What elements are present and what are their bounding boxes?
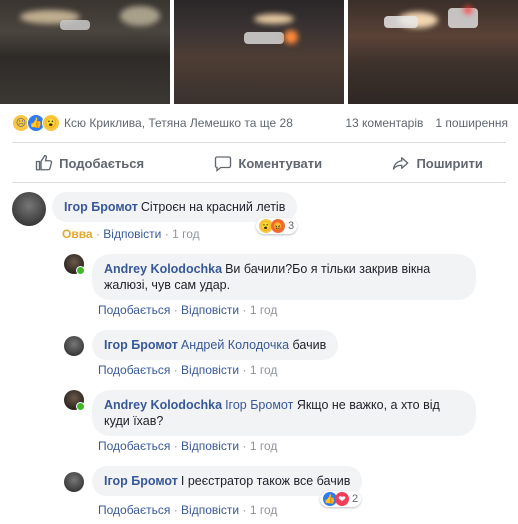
like-label: Подобається — [59, 155, 145, 171]
separator: · — [242, 439, 247, 453]
share-label: Поширити — [416, 155, 483, 171]
reply-link[interactable]: Відповісти — [181, 503, 239, 517]
comment-time[interactable]: 1 год — [250, 303, 278, 317]
like-link[interactable]: Подобається — [98, 503, 170, 517]
share-button[interactable]: Поширити — [392, 154, 483, 172]
comment-author[interactable]: Ігор Бромот — [64, 200, 138, 214]
reaction-label[interactable]: Овва — [62, 227, 93, 241]
avatar[interactable] — [64, 472, 84, 492]
comment-meta: Подобається · Відповісти · 1 год — [98, 503, 277, 517]
comment-author[interactable]: Andrey Kolodochka — [104, 262, 222, 276]
avatar[interactable] — [12, 192, 46, 226]
comment-author[interactable]: Andrey Kolodochka — [104, 398, 222, 412]
reply-comment: Ігор Бромот І реєстратор також все бачив — [64, 466, 363, 496]
post-photo-3[interactable] — [348, 0, 518, 104]
comment-bubble: Andrey Kolodochka Ви бачили?Бо я тільки з… — [92, 254, 476, 300]
separator: · — [242, 503, 247, 517]
like-link[interactable]: Подобається — [98, 303, 170, 317]
separator: · — [173, 503, 178, 517]
divider — [12, 142, 506, 143]
like-link[interactable]: Подобається — [98, 363, 170, 377]
comment-meta: Подобається · Відповісти · 1 год — [98, 363, 277, 377]
comment-author[interactable]: Ігор Бромот — [104, 338, 178, 352]
reply-comment: Andrey Kolodochka Ви бачили?Бо я тільки з… — [64, 254, 476, 300]
angry-icon: 😡 — [271, 219, 285, 233]
separator: · — [95, 227, 100, 241]
separator: · — [173, 303, 178, 317]
share-arrow-icon — [393, 157, 409, 170]
reaction-icons[interactable]: ☹ 👍 😮 — [12, 114, 60, 132]
avatar[interactable] — [64, 336, 84, 356]
comment-time[interactable]: 1 год — [250, 363, 278, 377]
separator: · — [242, 363, 247, 377]
reactions-summary[interactable]: Ксю Криклива, Тетяна Лемешко та ще 28 — [64, 116, 293, 130]
comment-text: бачив — [292, 338, 327, 352]
comment-author[interactable]: Ігор Бромот — [104, 474, 178, 488]
separator: · — [173, 363, 178, 377]
comment-text: І реєстратор також все бачив — [180, 474, 351, 488]
reply-link[interactable]: Відповісти — [103, 227, 161, 241]
comment-meta: Подобається · Відповісти · 1 год — [98, 439, 277, 453]
comment-time[interactable]: 1 год — [250, 503, 278, 517]
separator: · — [242, 303, 247, 317]
comments-count[interactable]: 13 коментарів — [345, 116, 423, 130]
reaction-count: 3 — [288, 220, 295, 232]
comment-button[interactable]: Коментувати — [214, 154, 322, 172]
comment-bubble: Ігор Бромот Андрей Колодочка бачив — [92, 330, 339, 360]
comment-label: Коментувати — [238, 155, 323, 171]
avatar[interactable] — [64, 254, 85, 275]
comment: Ігор Бромот Сітроєн на красний летів — [12, 192, 298, 226]
reply-comment: Andrey Kolodochka Ігор Бромот Якщо не важ… — [64, 390, 476, 436]
speech-bubble-icon — [215, 156, 232, 172]
like-button[interactable]: Подобається — [35, 154, 144, 172]
reply-link[interactable]: Відповісти — [181, 303, 239, 317]
comment-time[interactable]: 1 год — [172, 227, 200, 241]
like-link[interactable]: Подобається — [98, 439, 170, 453]
photo-strip — [0, 0, 518, 104]
comment-meta: Подобається · Відповісти · 1 год — [98, 303, 277, 317]
post-actions: Подобається Коментувати Поширити — [0, 146, 518, 180]
comment-meta: Овва · Відповісти · 1 год — [62, 227, 200, 241]
post-photo-1[interactable] — [0, 0, 170, 104]
reaction-count: 2 — [352, 493, 359, 505]
separator: · — [164, 227, 169, 241]
comment-reactions-badge[interactable]: 👍 ❤ 2 — [320, 491, 362, 507]
divider — [12, 182, 506, 183]
comment-text: Сітроєн на красний летів — [140, 200, 286, 214]
separator: · — [173, 439, 178, 453]
comment-reactions-badge[interactable]: 😮 😡 3 — [256, 218, 298, 234]
thumbs-up-icon — [35, 154, 53, 171]
wow-icon: 😮 — [42, 114, 60, 132]
avatar[interactable] — [64, 390, 85, 411]
heart-icon: ❤ — [335, 492, 349, 506]
shares-count[interactable]: 1 поширення — [435, 116, 508, 130]
reply-link[interactable]: Відповісти — [181, 439, 239, 453]
comment-bubble: Andrey Kolodochka Ігор Бромот Якщо не важ… — [92, 390, 476, 436]
post-photo-2[interactable] — [174, 0, 344, 104]
online-indicator — [76, 402, 85, 411]
online-indicator — [76, 266, 85, 275]
comment-mention[interactable]: Андрей Колодочка — [181, 338, 289, 352]
comment-bubble: Ігор Бромот І реєстратор також все бачив — [92, 466, 363, 496]
reply-link[interactable]: Відповісти — [181, 363, 239, 377]
reply-comment: Ігор Бромот Андрей Колодочка бачив — [64, 330, 339, 360]
post-stats: ☹ 👍 😮 Ксю Криклива, Тетяна Лемешко та ще… — [0, 110, 518, 136]
comment-mention[interactable]: Ігор Бромот — [225, 398, 293, 412]
comment-time[interactable]: 1 год — [250, 439, 278, 453]
